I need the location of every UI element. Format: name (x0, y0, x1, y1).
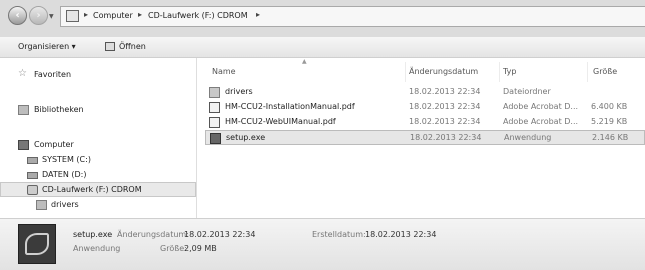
nav-subfolder-drivers[interactable]: drivers (0, 198, 196, 213)
pdf-icon (209, 102, 220, 113)
library-icon (18, 105, 29, 115)
forward-button[interactable]: › (29, 6, 48, 25)
file-row[interactable]: HM-CCU2-InstallationManual.pdf 18.02.201… (205, 100, 645, 115)
details-modified-value: 18.02.2013 22:34 (184, 230, 256, 239)
recent-pages-dropdown[interactable]: ▼ (49, 13, 54, 20)
breadcrumb-separator[interactable]: ▸ (84, 10, 88, 19)
nav-label: Favoriten (34, 70, 72, 79)
column-header-row: ▲ Name Änderungsdatum Typ Größe (197, 58, 645, 84)
installer-symbol (25, 233, 49, 255)
column-header-size[interactable]: Größe (593, 67, 617, 76)
file-size: 5.219 KB (591, 117, 628, 126)
breadcrumb-cd-drive[interactable]: CD-Laufwerk (F:) CDROM (148, 11, 248, 20)
file-type: Adobe Acrobat D... (503, 117, 579, 126)
file-row-selected[interactable]: setup.exe 18.02.2013 22:34 Anwendung 2.1… (205, 130, 645, 145)
navigation-pane: ☆ Favoriten Bibliotheken Computer SYSTEM… (0, 58, 196, 218)
nav-label: Bibliotheken (34, 105, 84, 114)
column-header-date[interactable]: Änderungsdatum (409, 67, 478, 76)
nav-drive-f[interactable]: CD-Laufwerk (F:) CDROM (0, 182, 196, 197)
file-date: 18.02.2013 22:34 (409, 87, 481, 96)
file-type: Adobe Acrobat D... (503, 102, 579, 111)
nav-label: Computer (34, 140, 74, 149)
file-size: 6.400 KB (591, 102, 628, 111)
computer-icon (18, 140, 29, 150)
nav-label: DATEN (D:) (42, 170, 87, 179)
computer-icon (66, 10, 79, 22)
file-date: 18.02.2013 22:34 (409, 102, 481, 111)
open-button[interactable]: Öffnen (119, 42, 146, 51)
address-bar[interactable]: ▸ Computer ▸ CD-Laufwerk (F:) CDROM ▸ (60, 6, 645, 27)
application-icon (210, 133, 221, 144)
cd-drive-icon (27, 185, 38, 195)
details-kind: Anwendung (73, 244, 121, 253)
column-divider[interactable] (499, 62, 500, 82)
file-type: Anwendung (504, 133, 552, 142)
nav-favorites[interactable]: ☆ Favoriten (0, 68, 196, 83)
file-date: 18.02.2013 22:34 (410, 133, 482, 142)
details-pane: setup.exe Änderungsdatum: 18.02.2013 22:… (0, 218, 645, 270)
breadcrumb-separator[interactable]: ▸ (138, 10, 142, 19)
organize-menu[interactable]: Organisieren ▾ (18, 42, 76, 51)
setup-application-icon (18, 224, 56, 264)
nav-label: CD-Laufwerk (F:) CDROM (42, 185, 142, 194)
open-icon (105, 42, 115, 51)
details-filename: setup.exe (73, 230, 113, 239)
column-divider[interactable] (587, 62, 588, 82)
details-modified-label: Änderungsdatum: (117, 230, 189, 239)
column-header-type[interactable]: Typ (503, 67, 516, 76)
back-button[interactable]: ‹ (8, 6, 27, 25)
address-bar-area: ‹ › ▼ ▸ Computer ▸ CD-Laufwerk (F:) CDRO… (0, 0, 645, 37)
details-created-value: 18.02.2013 22:34 (365, 230, 437, 239)
nav-libraries[interactable]: Bibliotheken (0, 103, 196, 118)
pdf-icon (209, 117, 220, 128)
file-name: HM-CCU2-InstallationManual.pdf (225, 102, 355, 111)
nav-drive-c[interactable]: SYSTEM (C:) (0, 153, 196, 168)
column-divider[interactable] (405, 62, 406, 82)
column-header-name[interactable]: Name (212, 67, 236, 76)
file-name: setup.exe (226, 133, 266, 142)
file-type: Dateiordner (503, 87, 551, 96)
file-name: drivers (225, 87, 253, 96)
nav-computer[interactable]: Computer (0, 138, 196, 153)
details-created-label: Erstelldatum: (312, 230, 366, 239)
file-date: 18.02.2013 22:34 (409, 117, 481, 126)
nav-label: drivers (51, 200, 79, 209)
details-size-value: 2,09 MB (184, 244, 217, 253)
file-row[interactable]: drivers 18.02.2013 22:34 Dateiordner (205, 85, 645, 100)
hard-drive-icon (27, 157, 38, 164)
star-icon: ☆ (18, 68, 27, 79)
nav-drive-d[interactable]: DATEN (D:) (0, 168, 196, 183)
folder-icon (209, 87, 220, 98)
nav-label: SYSTEM (C:) (42, 155, 91, 164)
file-size: 2.146 KB (592, 133, 629, 142)
folder-icon (36, 200, 47, 210)
command-bar: Organisieren ▾ Öffnen (0, 37, 645, 58)
sort-indicator-icon: ▲ (302, 58, 307, 65)
file-list: ▲ Name Änderungsdatum Typ Größe drivers … (197, 58, 645, 218)
hard-drive-icon (27, 172, 38, 179)
details-size-label: Größe: (160, 244, 187, 253)
file-name: HM-CCU2-WebUIManual.pdf (225, 117, 336, 126)
breadcrumb-computer[interactable]: Computer (93, 11, 133, 20)
breadcrumb-separator[interactable]: ▸ (256, 10, 260, 19)
file-row[interactable]: HM-CCU2-WebUIManual.pdf 18.02.2013 22:34… (205, 115, 645, 130)
